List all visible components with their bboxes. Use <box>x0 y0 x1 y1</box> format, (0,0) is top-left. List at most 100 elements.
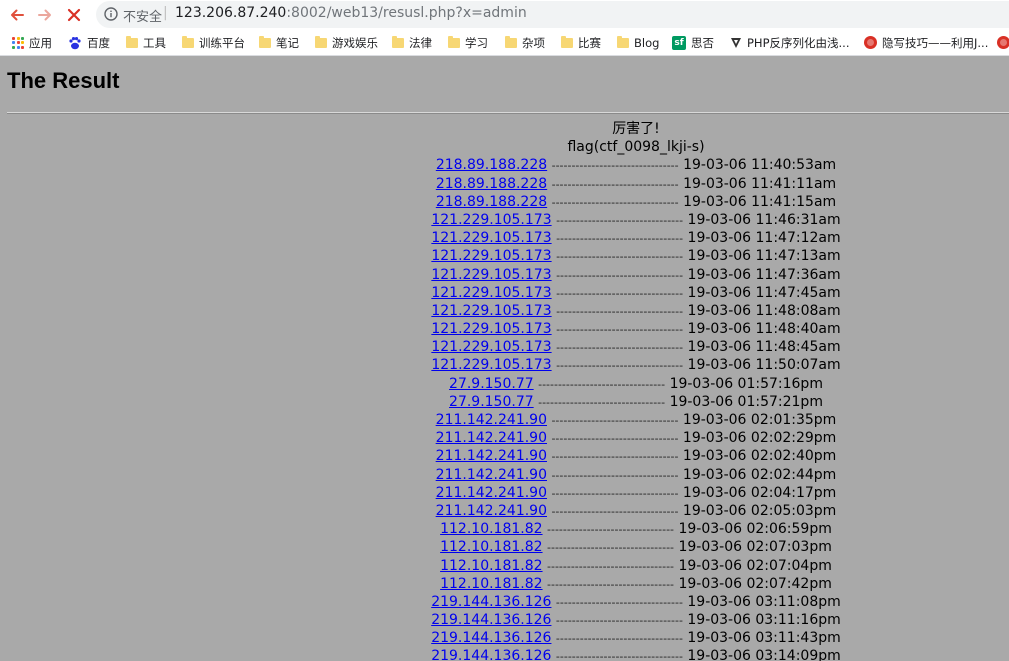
bookmark-stego-tricks[interactable]: 隐写技巧——利用J... <box>864 30 988 55</box>
ip-link[interactable]: 211.142.241.90 <box>436 430 547 446</box>
bookmark-folder-law[interactable]: 法律 <box>392 30 432 55</box>
security-label: 不安全 <box>123 10 163 25</box>
page-title: The Result <box>7 68 120 93</box>
bookmark-apps[interactable]: 应用 <box>12 30 52 55</box>
ip-link[interactable]: 121.229.105.173 <box>431 357 551 373</box>
log-entry: 112.10.181.82 --------------------------… <box>0 538 1009 556</box>
ip-link[interactable]: 121.229.105.173 <box>431 339 551 355</box>
bookmark-label: 隐写技巧——利用J... <box>882 35 989 50</box>
ip-link[interactable]: 211.142.241.90 <box>436 485 547 501</box>
bookmark-label: 百度 <box>87 35 110 50</box>
log-entry: 121.229.105.173 ------------------------… <box>0 356 1009 374</box>
timestamp: 19-03-06 02:07:04pm <box>678 557 832 574</box>
timestamp: 19-03-06 11:41:11am <box>683 175 837 192</box>
bookmark-folder-games[interactable]: 游戏娱乐 <box>315 30 378 55</box>
ip-link[interactable]: 112.10.181.82 <box>440 539 542 555</box>
ip-link[interactable]: 121.229.105.173 <box>431 267 551 283</box>
bookmark-folder-blog[interactable]: Blog <box>617 30 659 55</box>
dash-separator: -------------------------------- <box>547 523 675 537</box>
folder-icon <box>505 35 517 48</box>
log-entry: 211.142.241.90 -------------------------… <box>0 429 1009 447</box>
page-icon <box>731 37 741 48</box>
ip-link[interactable]: 121.229.105.173 <box>431 248 551 264</box>
timestamp: 19-03-06 11:48:40am <box>687 321 841 338</box>
ip-link[interactable]: 219.144.136.126 <box>431 648 551 661</box>
log-entry: 121.229.105.173 ------------------------… <box>0 266 1009 284</box>
stop-loading-button[interactable] <box>63 4 85 26</box>
ip-link[interactable]: 219.144.136.126 <box>431 630 551 646</box>
timestamp: 19-03-06 02:04:17pm <box>682 484 837 501</box>
ip-link[interactable]: 112.10.181.82 <box>440 521 542 537</box>
dash-separator: -------------------------------- <box>555 595 683 609</box>
ip-link[interactable]: 112.10.181.82 <box>440 558 542 574</box>
url-path: :8002/web13/resusl.php?x=admin <box>286 5 527 21</box>
ip-link[interactable]: 27.9.150.77 <box>449 376 534 392</box>
timestamp: 19-03-06 11:50:07am <box>687 357 841 374</box>
access-log: 218.89.188.228 -------------------------… <box>0 156 1009 661</box>
bookmark-folder-training[interactable]: 训练平台 <box>182 30 245 55</box>
bookmark-folder-study[interactable]: 学习 <box>448 30 488 55</box>
bookmark-label: 法律 <box>409 35 432 50</box>
timestamp: 19-03-06 02:05:03pm <box>682 502 837 519</box>
dash-separator: -------------------------------- <box>555 632 683 646</box>
bookmark-baidu[interactable]: 百度 <box>68 30 110 55</box>
dash-separator: -------------------------------- <box>547 559 675 573</box>
bookmark-folder-contests[interactable]: 比赛 <box>561 30 601 55</box>
timestamp: 19-03-06 02:06:59pm <box>678 521 832 538</box>
ip-link[interactable]: 121.229.105.173 <box>431 321 551 337</box>
bookmark-label: 工具 <box>143 35 166 50</box>
back-arrow-icon <box>11 9 24 21</box>
timestamp: 19-03-06 11:40:53am <box>683 157 837 174</box>
log-entry: 121.229.105.173 ------------------------… <box>0 229 1009 247</box>
timestamp: 19-03-06 11:47:36am <box>687 266 841 283</box>
dash-separator: -------------------------------- <box>547 577 675 591</box>
log-entry: 121.229.105.173 ------------------------… <box>0 211 1009 229</box>
ip-link[interactable]: 121.229.105.173 <box>431 303 551 319</box>
dash-separator: -------------------------------- <box>547 541 675 555</box>
timestamp: 19-03-06 03:11:08pm <box>687 593 841 610</box>
bookmark-segmentfault[interactable]: sf 思否 <box>672 30 714 55</box>
bookmark-php-deserialization[interactable]: PHP反序列化由浅... <box>730 30 849 55</box>
ip-link[interactable]: 218.89.188.228 <box>436 176 547 192</box>
url-text[interactable]: 123.206.87.240:8002/web13/resusl.php?x=a… <box>175 5 527 21</box>
forward-button[interactable] <box>34 4 56 26</box>
ip-link[interactable]: 211.142.241.90 <box>436 467 547 483</box>
info-icon[interactable] <box>104 7 118 21</box>
log-entry: 218.89.188.228 -------------------------… <box>0 175 1009 193</box>
dash-separator: -------------------------------- <box>538 377 666 391</box>
log-entry: 27.9.150.77 ----------------------------… <box>0 393 1009 411</box>
timestamp: 19-03-06 11:41:15am <box>683 193 837 210</box>
ip-link[interactable]: 218.89.188.228 <box>436 157 547 173</box>
ip-link[interactable]: 27.9.150.77 <box>449 394 534 410</box>
ip-link[interactable]: 218.89.188.228 <box>436 194 547 210</box>
dash-separator: -------------------------------- <box>551 450 679 464</box>
bookmark-overflow[interactable] <box>997 30 1009 55</box>
ip-link[interactable]: 211.142.241.90 <box>436 503 547 519</box>
ip-link[interactable]: 112.10.181.82 <box>440 576 542 592</box>
bookmark-folder-tools[interactable]: 工具 <box>126 30 166 55</box>
bookmark-folder-misc[interactable]: 杂项 <box>505 30 545 55</box>
dash-separator: -------------------------------- <box>551 414 679 427</box>
timestamp: 19-03-06 11:47:12am <box>687 230 841 247</box>
results-block: 厉害了! flag(ctf_0098_lkji-s) 218.89.188.22… <box>0 120 1009 661</box>
timestamp: 19-03-06 03:11:16pm <box>687 612 841 629</box>
ip-link[interactable]: 211.142.241.90 <box>436 448 547 464</box>
ip-link[interactable]: 121.229.105.173 <box>431 230 551 246</box>
bookmark-folder-notes[interactable]: 笔记 <box>259 30 299 55</box>
red-circle-icon <box>864 36 877 49</box>
log-entry: 27.9.150.77 ----------------------------… <box>0 375 1009 393</box>
ip-link[interactable]: 121.229.105.173 <box>431 285 551 301</box>
log-entry: 112.10.181.82 --------------------------… <box>0 557 1009 575</box>
log-entry: 211.142.241.90 -------------------------… <box>0 502 1009 520</box>
dash-separator: -------------------------------- <box>556 268 684 282</box>
ip-link[interactable]: 219.144.136.126 <box>431 612 551 628</box>
address-bar[interactable]: 不安全 | 123.206.87.240:8002/web13/resusl.p… <box>96 1 1009 28</box>
horizontal-rule <box>7 112 1009 114</box>
timestamp: 19-03-06 02:02:40pm <box>682 448 837 465</box>
ip-link[interactable]: 121.229.105.173 <box>431 212 551 228</box>
back-button[interactable] <box>6 4 28 26</box>
bookmark-label: 应用 <box>29 35 52 50</box>
folder-icon <box>126 35 138 48</box>
ip-link[interactable]: 211.142.241.90 <box>436 412 547 428</box>
ip-link[interactable]: 219.144.136.126 <box>431 594 551 610</box>
